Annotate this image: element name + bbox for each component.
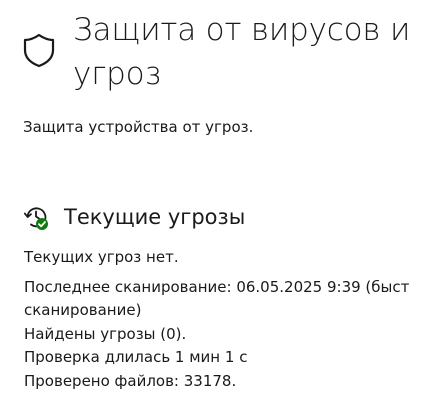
section-title: Текущие угрозы [64, 205, 246, 229]
scan-duration-text: Проверка длилась 1 мин 1 с [24, 348, 248, 366]
last-scan-text-continued: сканирование) [24, 301, 142, 319]
threat-history-icon [23, 207, 48, 230]
shield-icon [23, 33, 55, 68]
files-scanned-text: Проверено файлов: 33178. [24, 371, 237, 390]
threats-found-link[interactable]: Найдены угрозы (0). [24, 323, 442, 347]
page-subtitle: Защита устройства от угроз. [23, 118, 254, 136]
no-threats-text: Текущих угроз нет. [24, 248, 179, 266]
last-scan-text: Последнее сканирование: 06.05.2025 9:39 … [24, 277, 410, 296]
scan-info-list: Текущих угроз нет. Последнее сканировани… [24, 246, 442, 393]
page-title: Защита от вирусов и угроз [73, 12, 411, 92]
